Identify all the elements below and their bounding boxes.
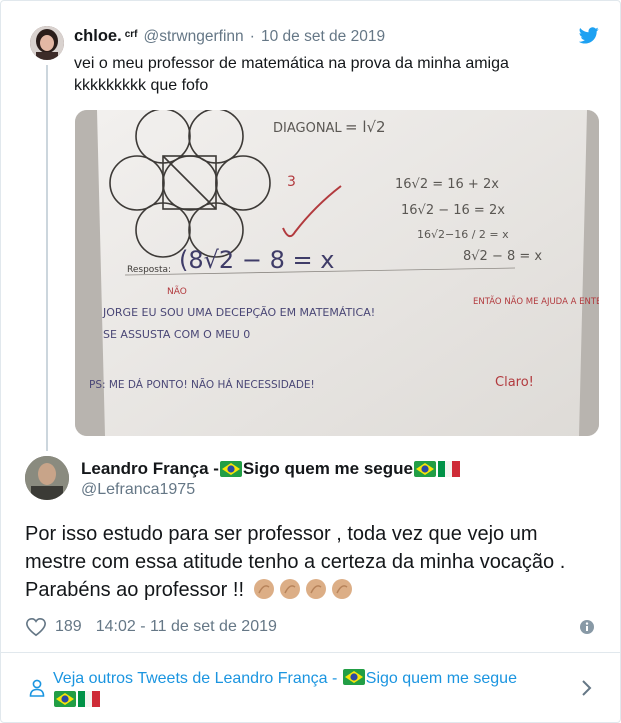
clapping-hands-icon (305, 579, 326, 599)
svg-text:SE ASSUSTA COM O MEU 0: SE ASSUSTA COM O MEU 0 (103, 328, 250, 341)
reply-tweet-text: Por isso estudo para ser professor , tod… (25, 520, 600, 604)
reply-name-text: Leandro França - (81, 459, 219, 478)
svg-text:16√2 − 16 = 2x: 16√2 − 16 = 2x (401, 203, 505, 218)
brazil-flag-icon (219, 461, 242, 477)
brazil-flag-icon (342, 669, 365, 685)
answer-label: Resposta: (127, 265, 171, 275)
reply-author-name[interactable]: Leandro França - Sigo quem me segue (81, 459, 461, 479)
tweet-embed-card: chloe. crf @strwngerfinn · 10 de set de … (0, 0, 621, 723)
parent-author-name[interactable]: chloe. (74, 27, 122, 46)
chevron-right-icon[interactable] (581, 679, 593, 697)
svg-text:16√2 = 16 + 2x: 16√2 = 16 + 2x (395, 177, 499, 192)
svg-text:ENTÃO NÃO ME AJUDA A ENTENDER: ENTÃO NÃO ME AJUDA A ENTENDER MELHOR? (473, 296, 599, 307)
parent-text-line: vei o meu professor de matemática na pro… (74, 55, 509, 72)
clapping-hands-icon (331, 579, 352, 599)
italy-flag-icon (78, 691, 100, 707)
parent-header: chloe. crf @strwngerfinn · 10 de set de … (74, 27, 385, 49)
parent-text-line: kkkkkkkkk que fofo (74, 77, 209, 94)
parent-date[interactable]: 10 de set de 2019 (261, 28, 385, 46)
svg-text:= l√2: = l√2 (345, 118, 386, 136)
svg-text:PS: ME DÁ PONTO! NÃO HÁ NECESS: PS: ME DÁ PONTO! NÃO HÁ NECESSIDADE! (89, 378, 315, 391)
thread-line (46, 65, 48, 451)
twitter-bird-icon[interactable] (579, 27, 599, 44)
user-icon (29, 679, 45, 697)
reply-name-middle: Sigo quem me segue (242, 459, 413, 478)
more-tweets-text: Veja outros Tweets de Leandro França - (53, 670, 342, 687)
reply-avatar[interactable] (25, 456, 69, 500)
reply-author-handle[interactable]: @Lefranca1975 (81, 481, 195, 499)
info-icon[interactable] (579, 619, 595, 635)
more-tweets-suffix: Sigo quem me segue (365, 670, 517, 687)
parent-tweet[interactable]: chloe. crf @strwngerfinn · 10 de set de … (1, 1, 621, 451)
svg-text:16√2−16 / 2 = x: 16√2−16 / 2 = x (417, 228, 509, 241)
more-tweets-link[interactable]: Veja outros Tweets de Leandro França - S… (53, 668, 573, 712)
reply-time[interactable]: 14:02 (96, 618, 136, 636)
header-separator: · (249, 28, 255, 45)
student-answer: (8√2 − 8 = x (179, 246, 334, 274)
tweet-photo[interactable]: DIAGONAL = l√2 16√2 = 16 + 2x 16√2 − 16 … (75, 110, 599, 436)
parent-author-handle[interactable]: @strwngerfinn (143, 28, 243, 46)
svg-text:8√2 − 8 = x: 8√2 − 8 = x (463, 249, 542, 264)
brazil-flag-icon (54, 691, 76, 707)
parent-avatar[interactable] (30, 26, 64, 60)
svg-text:JORGE EU SOU UMA DECEPÇÃO EM M: JORGE EU SOU UMA DECEPÇÃO EM MATEMÁTICA! (102, 306, 375, 319)
like-count[interactable]: 189 (55, 618, 82, 636)
svg-text:DIAGONAL: DIAGONAL (273, 121, 342, 136)
svg-text:NÃO: NÃO (167, 286, 187, 297)
clapping-hands-icon (279, 579, 300, 599)
score-mark: 3 (287, 174, 296, 190)
heart-icon[interactable] (25, 617, 47, 637)
more-tweets-footer[interactable]: Veja outros Tweets de Leandro França - S… (1, 653, 621, 723)
italy-flag-icon (437, 461, 460, 477)
parent-tweet-text: vei o meu professor de matemática na pro… (74, 53, 574, 97)
clapping-hands-icon (253, 579, 274, 599)
brazil-flag-icon (413, 461, 436, 477)
reply-meta: 189 14:02 - 11 de set de 2019 (25, 615, 277, 639)
parent-author-suffix: crf (124, 29, 138, 40)
svg-text:Claro!: Claro! (495, 375, 534, 390)
reply-date[interactable]: 11 de set de 2019 (150, 618, 277, 636)
date-separator: - (135, 618, 150, 635)
